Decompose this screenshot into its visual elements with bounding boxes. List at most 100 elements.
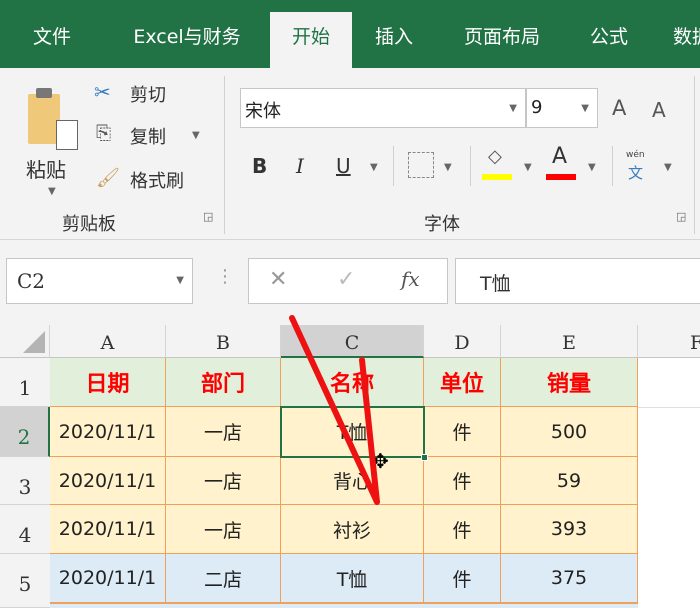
- table-cell[interactable]: 衬衫: [281, 505, 424, 554]
- table-cell[interactable]: 件: [424, 505, 501, 554]
- copy-button[interactable]: ⎘ 复制 ▼: [94, 122, 206, 150]
- font-size-value: 9: [531, 97, 543, 118]
- tab-excel-finance[interactable]: Excel与财务: [112, 12, 262, 68]
- column-header-c[interactable]: C: [281, 325, 424, 358]
- fill-color-swatch: [482, 174, 512, 180]
- bold-button[interactable]: B: [252, 154, 267, 178]
- phonetic-bottom: 文: [628, 164, 644, 182]
- formula-input[interactable]: T恤: [455, 258, 700, 304]
- format-painter-button[interactable]: 🖌 格式刷: [94, 166, 206, 194]
- chevron-down-icon[interactable]: ▼: [664, 162, 672, 173]
- fill-color-button[interactable]: ◇: [482, 146, 516, 182]
- select-all-triangle-icon: [23, 331, 45, 353]
- column-header-a[interactable]: A: [50, 325, 166, 358]
- header-cell-date[interactable]: 日期: [50, 358, 166, 407]
- font-name-select[interactable]: 宋体 ▼: [240, 88, 526, 128]
- table-cell[interactable]: T恤: [281, 554, 424, 603]
- select-all-button[interactable]: [0, 325, 50, 358]
- chevron-down-icon[interactable]: ▼: [370, 162, 378, 173]
- fill-handle[interactable]: [421, 454, 428, 461]
- insert-function-button[interactable]: fx: [401, 267, 420, 291]
- active-cell-selection[interactable]: [280, 406, 425, 458]
- table-cell[interactable]: 一店: [166, 407, 281, 457]
- table-cell[interactable]: 件: [424, 407, 501, 457]
- chevron-down-icon: ▼: [581, 103, 589, 114]
- dialog-launcher-icon[interactable]: ◲: [676, 210, 686, 223]
- tab-formulas[interactable]: 公式: [574, 12, 644, 68]
- underline-button[interactable]: U: [336, 154, 351, 178]
- row-header-3[interactable]: 3: [0, 457, 50, 505]
- borders-button[interactable]: [408, 152, 434, 178]
- chevron-down-icon[interactable]: ▼: [524, 162, 532, 173]
- scissors-icon: ✂: [94, 80, 111, 104]
- table-cell[interactable]: 375: [501, 554, 638, 603]
- font-color-button[interactable]: A: [546, 144, 580, 182]
- row-header-4[interactable]: 4: [0, 505, 50, 554]
- font-group-label: 字体: [424, 214, 460, 235]
- table-cell[interactable]: 500: [501, 407, 638, 457]
- formula-value: T恤: [480, 273, 511, 295]
- font-name-value: 宋体: [245, 101, 281, 122]
- table-cell[interactable]: 背心: [281, 457, 424, 505]
- phonetic-guide-button[interactable]: wén 文: [622, 150, 658, 184]
- name-box-value: C2: [17, 269, 46, 293]
- font-color-swatch: [546, 174, 576, 180]
- dialog-launcher-icon[interactable]: ◲: [203, 210, 213, 223]
- row-header-5[interactable]: 5: [0, 554, 50, 608]
- tab-data[interactable]: 数据: [662, 12, 700, 68]
- table-cell[interactable]: 一店: [166, 457, 281, 505]
- cut-button[interactable]: ✂ 剪切: [94, 80, 184, 108]
- font-color-glyph: A: [552, 144, 568, 169]
- header-cell-sales[interactable]: 销量: [501, 358, 638, 407]
- chevron-down-icon: ▼: [176, 275, 184, 286]
- ribbon-tabs: 文件 Excel与财务 开始 插入 页面布局 公式 数据: [0, 0, 700, 68]
- worksheet-grid: A B C D E F 1 2 3 4 5 日期 部门 名称 单位 销量 202…: [0, 325, 700, 608]
- column-header-d[interactable]: D: [424, 325, 501, 358]
- table-cell[interactable]: 59: [501, 457, 638, 505]
- tab-page-layout[interactable]: 页面布局: [446, 12, 558, 68]
- phonetic-top: wén: [626, 150, 645, 160]
- cancel-button[interactable]: ✕: [269, 267, 287, 292]
- table-cell[interactable]: 2020/11/1: [50, 457, 166, 505]
- enter-button[interactable]: ✓: [337, 267, 355, 292]
- increase-font-size-button[interactable]: A: [612, 96, 626, 120]
- ribbon: 粘贴 ▼ ✂ 剪切 ⎘ 复制 ▼ 🖌 格式刷 剪贴板 ◲ 宋体 ▼ 9 ▼ A …: [0, 68, 700, 240]
- chevron-down-icon: ▼: [192, 130, 200, 141]
- column-header-e[interactable]: E: [501, 325, 638, 358]
- chevron-down-icon[interactable]: ▼: [444, 162, 452, 173]
- tab-home[interactable]: 开始: [270, 12, 352, 68]
- name-box[interactable]: C2 ▼: [6, 258, 193, 304]
- table-cell[interactable]: 件: [424, 457, 501, 505]
- copy-icon: ⎘: [96, 122, 112, 144]
- header-cell-name[interactable]: 名称: [281, 358, 424, 407]
- copy-label: 复制: [130, 127, 166, 148]
- cut-label: 剪切: [130, 85, 166, 106]
- column-header-b[interactable]: B: [166, 325, 281, 358]
- column-f-cells[interactable]: [638, 407, 700, 608]
- page-icon: [56, 120, 78, 150]
- row-header-2[interactable]: 2: [0, 407, 50, 457]
- tab-file[interactable]: 文件: [14, 12, 90, 68]
- formula-buttons: ✕ ✓ fx: [248, 258, 448, 304]
- decrease-font-size-button[interactable]: A: [652, 98, 666, 122]
- table-cell[interactable]: 393: [501, 505, 638, 554]
- table-cell[interactable]: 一店: [166, 505, 281, 554]
- row-header-1[interactable]: 1: [0, 358, 50, 407]
- table-cell[interactable]: 二店: [166, 554, 281, 603]
- tab-insert[interactable]: 插入: [358, 12, 430, 68]
- chevron-down-icon: ▼: [509, 103, 517, 114]
- table-cell[interactable]: 2020/11/1: [50, 505, 166, 554]
- header-cell-department[interactable]: 部门: [166, 358, 281, 407]
- chevron-down-icon[interactable]: ▼: [588, 162, 596, 173]
- font-size-select[interactable]: 9 ▼: [526, 88, 598, 128]
- italic-button[interactable]: I: [296, 154, 304, 178]
- table-cell[interactable]: 2020/11/1: [50, 407, 166, 457]
- more-handle-icon[interactable]: ⋮: [216, 266, 234, 287]
- next-row-partial: [50, 603, 638, 608]
- paste-button[interactable]: 粘贴 ▼: [20, 80, 82, 200]
- column-header-f[interactable]: F: [638, 325, 700, 358]
- header-cell-unit[interactable]: 单位: [424, 358, 501, 407]
- paint-bucket-icon: ◇: [488, 146, 502, 167]
- table-cell[interactable]: 件: [424, 554, 501, 603]
- table-cell[interactable]: 2020/11/1: [50, 554, 166, 603]
